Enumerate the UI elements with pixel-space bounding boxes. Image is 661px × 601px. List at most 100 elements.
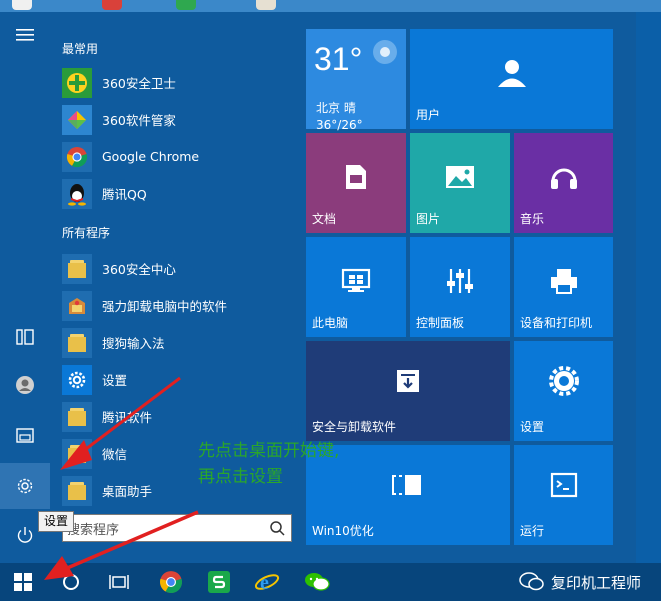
user-tile[interactable]: 用户 xyxy=(410,29,613,129)
picture-icon xyxy=(446,166,474,188)
cortana-button[interactable] xyxy=(48,563,94,601)
taskbar-internet-explorer[interactable]: e xyxy=(244,563,290,601)
app-item-360-software-manager[interactable]: 360软件管家 xyxy=(62,101,298,138)
file-explorer-button[interactable] xyxy=(0,412,50,458)
start-button[interactable] xyxy=(0,563,46,601)
desktop-shortcut-icon[interactable] xyxy=(176,0,196,10)
app-item-settings[interactable]: 设置 xyxy=(62,361,298,398)
task-view-button[interactable] xyxy=(96,563,142,601)
user-account-button[interactable] xyxy=(0,362,50,408)
taskbar-wechat[interactable] xyxy=(294,563,340,601)
app-item-sogou-input[interactable]: 搜狗输入法 xyxy=(62,324,298,361)
settings-tooltip: 设置 xyxy=(38,511,75,532)
desktop-shortcut-icon[interactable] xyxy=(102,0,122,10)
task-view-button[interactable] xyxy=(0,314,50,360)
desktop-shortcut-icon[interactable] xyxy=(256,0,276,10)
app-label: 360软件管家 xyxy=(102,113,176,128)
app-label: 360安全中心 xyxy=(102,262,176,277)
download-box-icon xyxy=(397,370,419,392)
devices-printers-tile[interactable]: 设备和打印机 xyxy=(514,237,613,337)
security-uninstall-tile[interactable]: 安全与卸载软件 xyxy=(306,341,510,441)
gear-icon xyxy=(17,478,33,494)
hamburger-icon xyxy=(16,29,34,41)
weather-temperature: 31° xyxy=(314,41,363,77)
run-icon xyxy=(550,472,577,498)
app-label: Google Chrome xyxy=(102,149,200,164)
watermark-text: 复印机工程师 xyxy=(550,573,641,592)
cortana-circle-icon xyxy=(63,574,79,590)
search-input[interactable]: 搜索程序 xyxy=(62,514,292,542)
chrome-icon xyxy=(62,141,92,172)
control-panel-icon xyxy=(447,269,473,293)
this-pc-tile[interactable]: 此电脑 xyxy=(306,237,406,337)
documents-tile[interactable]: 文档 xyxy=(306,133,406,233)
wechat-logo-icon xyxy=(519,572,544,591)
qq-icon xyxy=(62,178,92,209)
360-safeguard-icon xyxy=(62,67,92,98)
app-label: 360安全卫士 xyxy=(102,76,176,91)
app-label: 搜狗输入法 xyxy=(102,336,165,351)
tile-label: 此电脑 xyxy=(312,316,349,330)
folder-icon xyxy=(62,253,92,284)
weather-city: 北京 晴 xyxy=(316,101,356,115)
tile-label: 控制面板 xyxy=(416,316,465,330)
start-menu-rail xyxy=(0,12,50,563)
tile-label: 设备和打印机 xyxy=(520,316,593,330)
run-tile[interactable]: 运行 xyxy=(514,445,613,545)
wechat-watermark: 复印机工程师 xyxy=(519,571,641,593)
app-item-360-safeguard[interactable]: 360安全卫士 xyxy=(62,64,298,101)
app-item-qq[interactable]: 腾讯QQ xyxy=(62,175,298,212)
app-label: 强力卸载电脑中的软件 xyxy=(102,299,228,314)
windows-logo-icon xyxy=(14,573,32,591)
taskbar-chrome[interactable] xyxy=(148,563,194,601)
wechat-icon xyxy=(305,573,330,591)
control-panel-tile[interactable]: 控制面板 xyxy=(410,237,510,337)
svg-text:e: e xyxy=(260,572,269,594)
search-icon xyxy=(270,521,285,536)
taskbar: e 复印机工程师 xyxy=(0,563,661,601)
tablet-mode-icon xyxy=(16,329,34,345)
tile-label: 音乐 xyxy=(520,212,545,226)
360-software-manager-icon xyxy=(62,104,92,135)
tile-label: 运行 xyxy=(520,524,545,538)
app-item-google-chrome[interactable]: Google Chrome xyxy=(62,138,298,175)
win10-optimizer-icon xyxy=(392,475,421,495)
user-avatar-icon xyxy=(16,376,34,394)
music-tile[interactable]: 音乐 xyxy=(514,133,613,233)
app-item-tencent-software[interactable]: 腾讯软件 xyxy=(62,398,298,435)
app-item-360-security-center[interactable]: 360安全中心 xyxy=(62,250,298,287)
expand-menu-button[interactable] xyxy=(0,12,50,58)
desktop-shortcut-icon[interactable] xyxy=(12,0,32,10)
instruction-annotation: 先点击桌面开始键, 再点击设置 xyxy=(198,438,339,490)
chrome-icon xyxy=(160,571,183,594)
printer-icon xyxy=(550,269,577,294)
document-icon xyxy=(346,165,366,189)
weather-tile[interactable]: 31° 北京 晴 36°/26° xyxy=(306,29,406,132)
most-used-header: 最常用 xyxy=(62,42,99,56)
gear-icon xyxy=(548,366,579,396)
gear-icon xyxy=(62,364,92,395)
internet-explorer-icon: e xyxy=(254,572,280,594)
headphones-icon xyxy=(550,168,577,189)
task-view-icon xyxy=(109,575,129,589)
tile-label: 安全与卸载软件 xyxy=(312,420,397,434)
app-label: 腾讯软件 xyxy=(102,410,153,425)
settings-button[interactable] xyxy=(0,463,50,509)
computer-icon xyxy=(341,268,371,292)
desktop-background xyxy=(0,0,661,12)
spreadsheet-s-icon xyxy=(208,571,230,593)
taskbar-spreadsheet-app[interactable] xyxy=(196,563,242,601)
tile-label: 文档 xyxy=(312,212,337,226)
app-label: 腾讯QQ xyxy=(102,187,147,202)
settings-tile[interactable]: 设置 xyxy=(514,341,613,441)
weather-sun-icon xyxy=(373,40,397,64)
folder-icon xyxy=(62,475,92,506)
pictures-tile[interactable]: 图片 xyxy=(410,133,510,233)
file-explorer-icon xyxy=(16,428,34,443)
search-placeholder: 搜索程序 xyxy=(67,522,120,538)
tile-label: Win10优化 xyxy=(312,524,374,538)
folder-icon xyxy=(62,327,92,358)
annotation-line-1: 先点击桌面开始键, xyxy=(198,441,340,461)
app-item-uninstaller[interactable]: 强力卸载电脑中的软件 xyxy=(62,287,298,324)
user-icon xyxy=(497,60,526,87)
